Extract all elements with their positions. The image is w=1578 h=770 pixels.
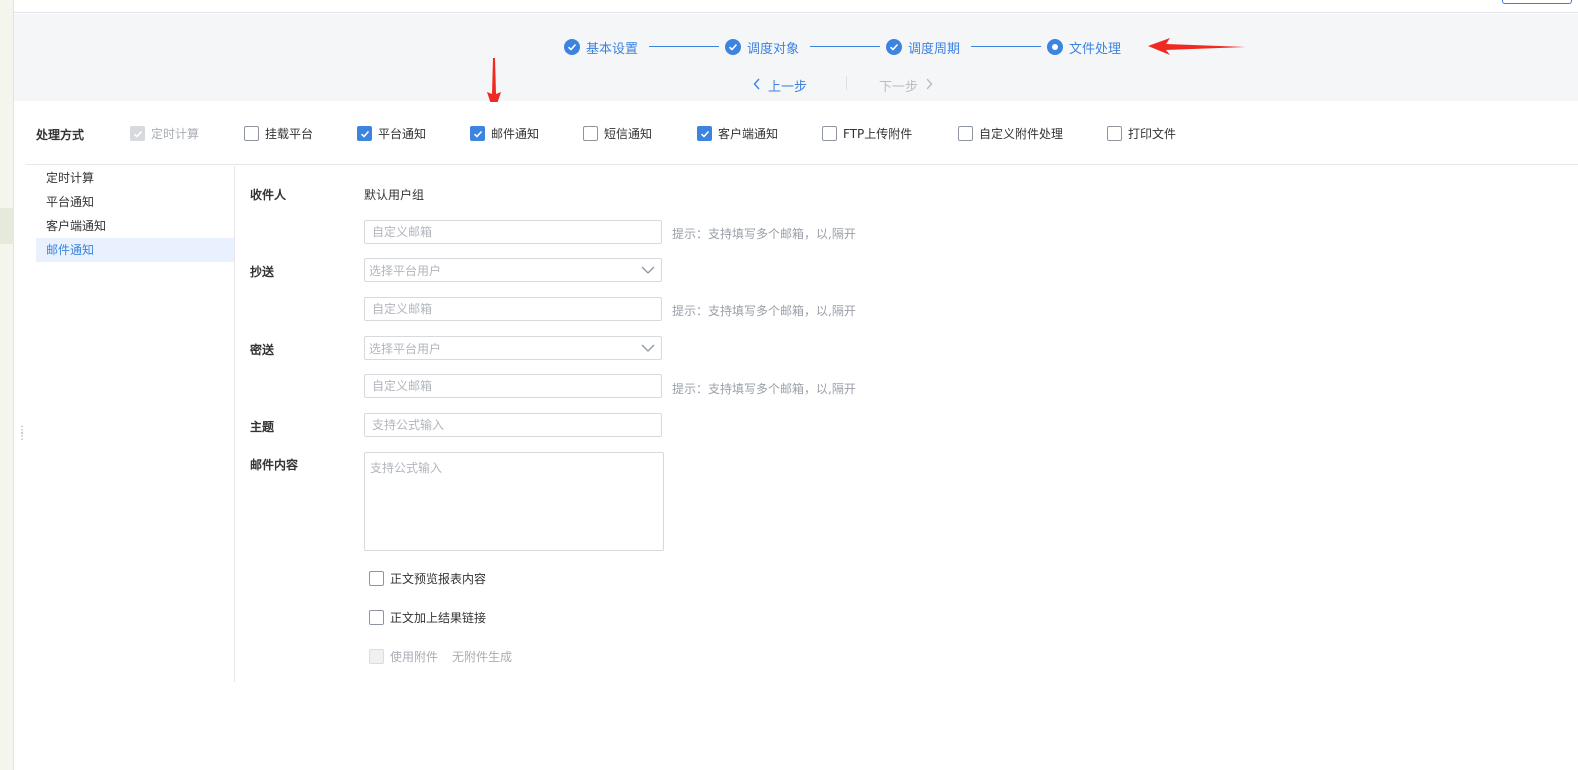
- option-use-attachment: 使用附件 无附件生成: [369, 648, 512, 665]
- top-right-button-edge[interactable]: [1502, 0, 1572, 4]
- option-label: 使用附件: [390, 650, 439, 664]
- step-label: 文件处理: [1069, 41, 1122, 57]
- checkbox: [130, 126, 145, 141]
- checkbox[interactable]: [822, 126, 837, 141]
- chevron-left-icon: [752, 78, 762, 94]
- step-schedule-period[interactable]: 调度周期: [886, 38, 961, 57]
- cc-hint: 提示：支持填写多个邮箱，以,隔开: [672, 304, 856, 318]
- current-step-icon: [1047, 39, 1063, 55]
- recipient-label: 收件人: [250, 188, 287, 202]
- step-connector: [971, 46, 1041, 47]
- option-preview-report[interactable]: 正文预览报表内容: [369, 570, 486, 587]
- option-label: 自定义附件处理: [979, 127, 1064, 141]
- notification-side-menu: 定时计算 平台通知 客户端通知 邮件通知: [36, 166, 235, 682]
- bcc-label: 密送: [250, 343, 275, 357]
- content-textarea[interactable]: [364, 452, 664, 551]
- step-connector: [810, 46, 880, 47]
- check-circle-icon: [564, 39, 580, 55]
- cc-custom-email-input[interactable]: [364, 297, 662, 321]
- resize-handle-icon[interactable]: ⋮ ⋮: [17, 426, 27, 442]
- checkbox[interactable]: [369, 610, 384, 625]
- processing-method-row: 处理方式 定时计算 挂载平台 平台通知 邮件通知 短信通知 客户端通知 FTP上…: [26, 102, 1578, 165]
- step-label: 调度对象: [747, 41, 800, 57]
- checkbox: [369, 649, 384, 664]
- option-custom-attachment[interactable]: 自定义附件处理: [958, 125, 1063, 142]
- next-step-button[interactable]: 下一步: [879, 76, 934, 95]
- recipient-hint: 提示：支持填写多个邮箱，以,隔开: [672, 227, 856, 241]
- check-circle-icon: [886, 39, 902, 55]
- option-label: 正文加上结果链接: [390, 611, 487, 625]
- pager-divider: [846, 76, 847, 90]
- option-sms-notice[interactable]: 短信通知: [583, 125, 652, 142]
- option-mount-platform[interactable]: 挂载平台: [244, 125, 313, 142]
- side-item-email-notice[interactable]: 邮件通知: [36, 238, 234, 262]
- top-bar: [14, 0, 1578, 13]
- option-label: 打印文件: [1128, 127, 1177, 141]
- option-label: 邮件通知: [491, 127, 540, 141]
- option-label: 短信通知: [604, 127, 653, 141]
- checkbox[interactable]: [583, 126, 598, 141]
- option-platform-notice[interactable]: 平台通知: [357, 125, 426, 142]
- step-label: 基本设置: [586, 41, 639, 57]
- checkbox[interactable]: [470, 126, 485, 141]
- option-label: FTP上传附件: [843, 127, 913, 141]
- checkbox[interactable]: [369, 571, 384, 586]
- option-ftp-upload[interactable]: FTP上传附件: [822, 125, 912, 142]
- annotation-arrow-left-icon: [1148, 38, 1246, 55]
- checkbox[interactable]: [357, 126, 372, 141]
- side-item-scheduled-calc[interactable]: 定时计算: [36, 166, 234, 190]
- chevron-right-icon: [924, 78, 934, 94]
- bcc-user-select[interactable]: 选择平台用户: [364, 336, 662, 360]
- bcc-hint: 提示：支持填写多个邮箱，以,隔开: [672, 382, 856, 396]
- checkbox[interactable]: [1107, 126, 1122, 141]
- processing-method-title: 处理方式: [36, 128, 85, 142]
- attachment-note: 无附件生成: [452, 650, 513, 664]
- option-scheduled-calc: 定时计算: [130, 125, 199, 142]
- option-result-link[interactable]: 正文加上结果链接: [369, 609, 486, 626]
- side-item-platform-notice[interactable]: 平台通知: [36, 190, 234, 214]
- bcc-custom-email-input[interactable]: [364, 374, 662, 398]
- option-label: 挂载平台: [265, 127, 314, 141]
- chevron-down-icon: [641, 341, 655, 355]
- option-label: 正文预览报表内容: [390, 572, 487, 586]
- step-schedule-object[interactable]: 调度对象: [725, 38, 800, 57]
- outer-sidebar-strip: [0, 0, 14, 770]
- recipient-custom-email-input[interactable]: [364, 220, 662, 244]
- side-item-client-notice[interactable]: 客户端通知: [36, 214, 234, 238]
- step-basic-settings[interactable]: 基本设置: [564, 38, 639, 57]
- step-connector: [649, 46, 719, 47]
- option-label: 定时计算: [151, 127, 200, 141]
- outer-sidebar-tab[interactable]: [0, 208, 14, 244]
- option-label: 客户端通知: [718, 127, 779, 141]
- subject-label: 主题: [250, 420, 275, 434]
- prev-step-label: 上一步: [768, 80, 808, 95]
- step-file-processing[interactable]: 文件处理: [1047, 38, 1122, 57]
- option-email-notice[interactable]: 邮件通知: [470, 125, 539, 142]
- checkbox[interactable]: [958, 126, 973, 141]
- checkbox[interactable]: [697, 126, 712, 141]
- option-label: 平台通知: [378, 127, 427, 141]
- step-label: 调度周期: [908, 41, 961, 57]
- content-label: 邮件内容: [250, 458, 299, 472]
- chevron-down-icon: [641, 263, 655, 277]
- select-placeholder: 选择平台用户: [369, 341, 442, 356]
- recipient-value: 默认用户组: [364, 188, 425, 202]
- cc-user-select[interactable]: 选择平台用户: [364, 258, 662, 282]
- steps-header: 基本设置 调度对象 调度周期 文件处理 上一步 下一步: [14, 14, 1578, 101]
- option-client-notice[interactable]: 客户端通知: [697, 125, 778, 142]
- next-step-label: 下一步: [879, 80, 919, 95]
- check-circle-icon: [725, 39, 741, 55]
- checkbox[interactable]: [244, 126, 259, 141]
- prev-step-button[interactable]: 上一步: [752, 76, 807, 95]
- subject-input[interactable]: [364, 413, 662, 437]
- option-print-file[interactable]: 打印文件: [1107, 125, 1176, 142]
- cc-label: 抄送: [250, 265, 275, 279]
- select-placeholder: 选择平台用户: [369, 263, 442, 278]
